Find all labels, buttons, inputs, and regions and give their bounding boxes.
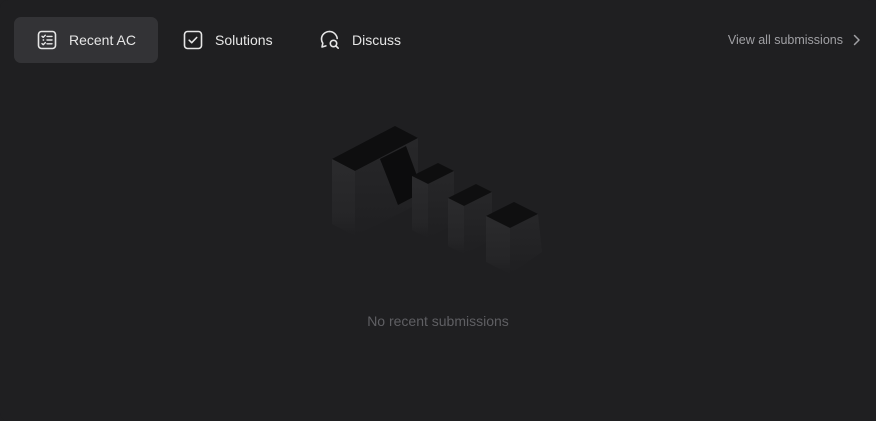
tab-solutions[interactable]: Solutions — [170, 17, 288, 63]
tab-discuss[interactable]: Discuss — [307, 17, 415, 63]
null-3d-icon — [320, 112, 556, 282]
empty-state-message: No recent submissions — [367, 313, 509, 329]
list-check-icon — [36, 29, 58, 51]
checkbox-icon — [182, 29, 204, 51]
tab-bar: Recent AC Solutions Discuss View all sub… — [0, 0, 876, 80]
tab-recent-ac-label: Recent AC — [69, 32, 136, 48]
recent-submissions-panel: Recent AC Solutions Discuss View all sub… — [0, 0, 876, 421]
chevron-right-icon — [852, 34, 861, 46]
tab-discuss-label: Discuss — [352, 32, 402, 48]
view-all-submissions-link[interactable]: View all submissions — [728, 30, 861, 50]
chat-search-icon — [319, 29, 341, 51]
view-all-submissions-label: View all submissions — [727, 33, 843, 47]
tab-recent-ac[interactable]: Recent AC — [14, 17, 158, 63]
tab-solutions-label: Solutions — [215, 32, 273, 48]
